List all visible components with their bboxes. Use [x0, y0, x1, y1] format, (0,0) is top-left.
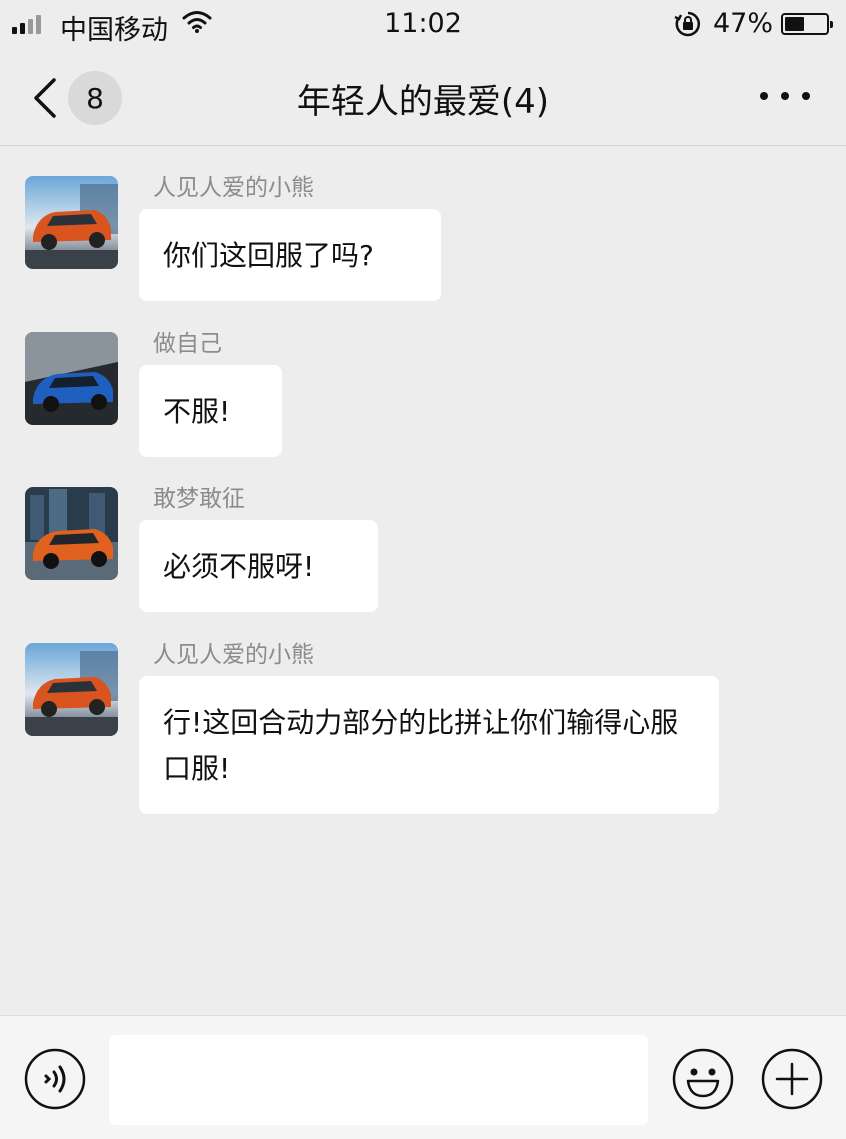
message-bubble[interactable]: 行!这回合动力部分的比拼让你们输得心服口服! — [139, 676, 719, 814]
plus-icon[interactable] — [761, 1048, 823, 1110]
sender-name: 做自己 — [153, 331, 222, 357]
blue-suv-avatar-icon — [25, 332, 118, 425]
message-text: 行!这回合动力部分的比拼让你们输得心服口服! — [163, 706, 679, 785]
status-bar: 中国移动 11:02 47% — [0, 0, 846, 48]
more-dots-icon[interactable] — [760, 88, 810, 104]
message-input[interactable] — [109, 1035, 648, 1125]
message-text: 必须不服呀! — [163, 550, 315, 583]
emoji-icon[interactable] — [672, 1048, 734, 1110]
orange-suv-avatar-icon — [25, 176, 118, 269]
input-bar — [0, 1015, 846, 1139]
sender-name: 人见人爱的小熊 — [153, 642, 314, 668]
message-bubble[interactable]: 不服! — [139, 365, 282, 457]
voice-icon[interactable] — [24, 1048, 86, 1110]
orange-suv-avatar-icon — [25, 643, 118, 736]
rotation-lock-icon — [674, 11, 701, 37]
message-bubble[interactable]: 你们这回服了吗? — [139, 209, 441, 301]
message-text: 不服! — [163, 395, 231, 428]
sender-name: 人见人爱的小熊 — [153, 175, 314, 201]
message-bubble[interactable]: 必须不服呀! — [139, 520, 378, 612]
orange-suv-city-avatar-icon — [25, 487, 118, 580]
avatar[interactable] — [25, 176, 118, 269]
battery-icon — [781, 13, 833, 35]
avatar[interactable] — [25, 643, 118, 736]
avatar[interactable] — [25, 332, 118, 425]
chat-title: 年轻人的最爱(4) — [296, 82, 550, 122]
nav-bar: 8 年轻人的最爱(4) — [0, 48, 846, 146]
avatar[interactable] — [25, 487, 118, 580]
battery-percent: 47% — [713, 8, 774, 39]
sender-name: 敢梦敢征 — [153, 486, 245, 512]
message-text: 你们这回服了吗? — [163, 239, 374, 272]
